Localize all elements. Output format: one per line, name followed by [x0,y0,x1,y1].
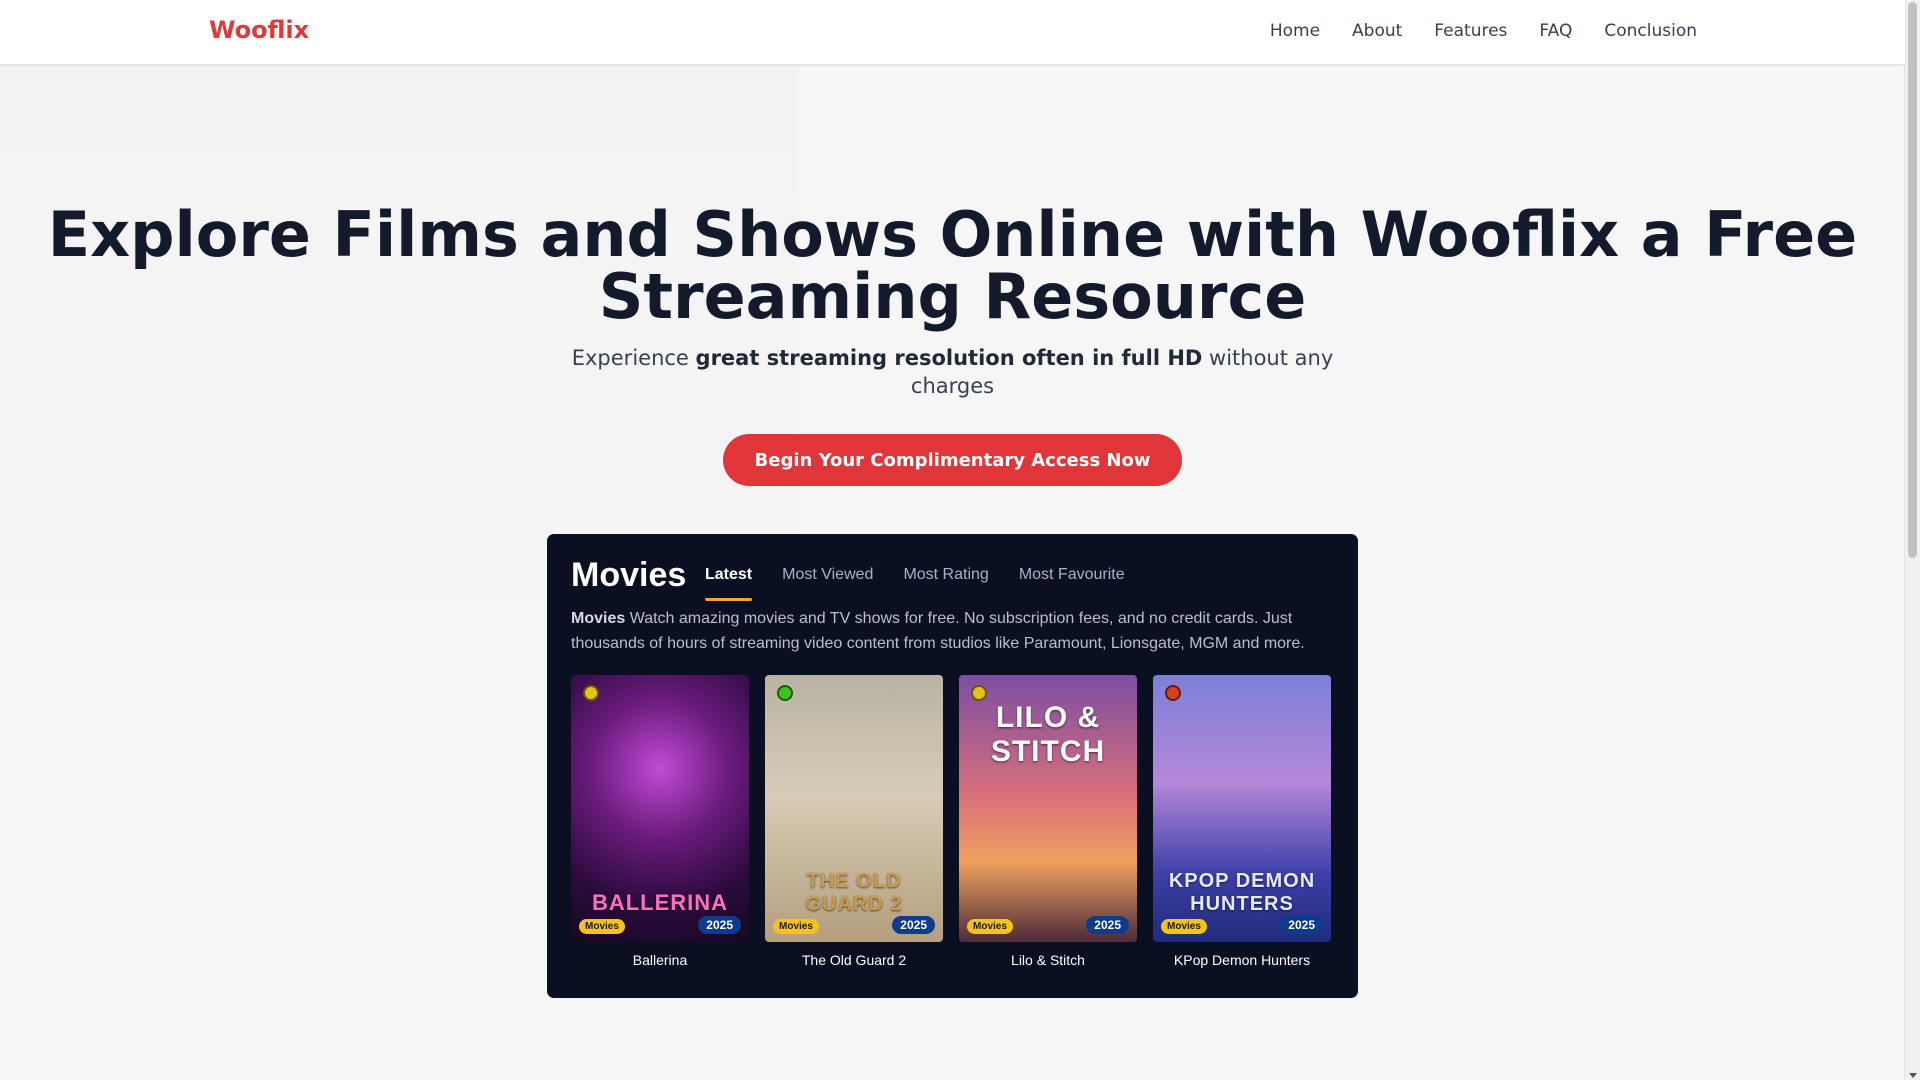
movie-card-the-old-guard-2[interactable]: THE OLD GUARD 2 Movies 2025 The Old Guar… [765,675,943,968]
movies-tabs: Latest Most Viewed Most Rating Most Favo… [705,566,1125,606]
movie-poster[interactable]: KPOP DEMON HUNTERS Movies 2025 [1153,675,1331,942]
movies-panel: Movies Latest Most Viewed Most Rating Mo… [547,534,1358,998]
nav-about[interactable]: About [1352,21,1402,41]
begin-access-button[interactable]: Begin Your Complimentary Access Now [723,434,1182,486]
movie-title[interactable]: Lilo & Stitch [959,952,1137,968]
hero-title: Explore Films and Shows Online with Woof… [47,198,1858,333]
poster-title-art: KPOP DEMON HUNTERS [1168,870,1316,915]
year-badge: 2025 [892,916,935,934]
poster-title-art: BALLERINA [591,890,729,915]
scroll-down-arrow-icon[interactable] [1909,1073,1917,1078]
status-dot-icon [971,685,987,701]
movie-poster[interactable]: THE OLD GUARD 2 Movies 2025 [765,675,943,942]
tab-most-viewed[interactable]: Most Viewed [782,566,873,606]
main-nav: Home About Features FAQ Conclusion [1270,21,1697,41]
movies-description-bold: Movies [571,610,626,627]
type-badge: Movies [773,919,819,934]
status-dot-icon [777,685,793,701]
movie-cards: BALLERINA Movies 2025 Ballerina THE OLD … [571,675,1331,968]
tab-latest[interactable]: Latest [705,566,753,606]
movie-card-kpop-demon-hunters[interactable]: KPOP DEMON HUNTERS Movies 2025 KPop Demo… [1153,675,1331,968]
year-badge: 2025 [1086,916,1129,934]
status-dot-icon [1165,685,1181,701]
movie-title[interactable]: The Old Guard 2 [765,952,943,968]
movies-panel-title: Movies [571,556,687,594]
tab-most-favourite[interactable]: Most Favourite [1019,566,1125,606]
type-badge: Movies [579,919,625,934]
hero-subtitle-prefix: Experience [571,346,696,370]
status-dot-icon [583,685,599,701]
movie-poster[interactable]: LILO & STITCH Movies 2025 [959,675,1137,942]
scrollbar-thumb[interactable] [1908,2,1917,558]
year-badge: 2025 [698,916,741,934]
type-badge: Movies [1161,919,1207,934]
site-logo[interactable]: Wooflix [209,16,309,44]
poster-title-art: THE OLD GUARD 2 [805,870,903,915]
movie-title[interactable]: KPop Demon Hunters [1153,952,1331,968]
poster-title-art: LILO & STITCH [990,701,1106,768]
hero-subtitle: Experience great streaming resolution of… [560,344,1345,400]
site-header: Wooflix Home About Features FAQ Conclusi… [0,0,1905,64]
movie-card-ballerina[interactable]: BALLERINA Movies 2025 Ballerina [571,675,749,968]
hero-subtitle-bold: great streaming resolution often in full… [695,346,1203,370]
type-badge: Movies [967,919,1013,934]
tab-most-rating[interactable]: Most Rating [903,566,988,606]
year-badge: 2025 [1280,916,1323,934]
movies-description: Movies Watch amazing movies and TV shows… [571,606,1331,656]
movies-description-text: Watch amazing movies and TV shows for fr… [571,610,1305,652]
nav-conclusion[interactable]: Conclusion [1604,21,1697,41]
page-scrollbar[interactable] [1904,0,1920,1080]
nav-features[interactable]: Features [1434,21,1507,41]
movie-title[interactable]: Ballerina [571,952,749,968]
nav-faq[interactable]: FAQ [1539,21,1572,41]
movie-card-lilo-and-stitch[interactable]: LILO & STITCH Movies 2025 Lilo & Stitch [959,675,1137,968]
movie-poster[interactable]: BALLERINA Movies 2025 [571,675,749,942]
nav-home[interactable]: Home [1270,21,1320,41]
